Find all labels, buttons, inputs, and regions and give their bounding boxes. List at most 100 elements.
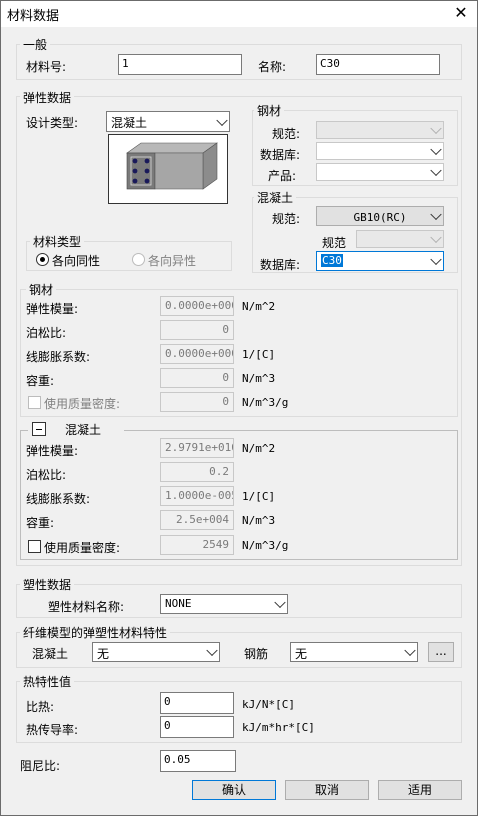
concrete-elastic-modulus-label: 弹性模量: [26,444,79,458]
steel-spec-select[interactable] [316,121,444,139]
steel-db-label: 数据库: [260,148,301,162]
thermal-legend: 热特性值 [20,673,75,690]
chevron-down-icon [430,143,442,156]
collapse-icon[interactable] [32,422,46,436]
fiber-concrete-label: 混凝土 [32,647,69,661]
concrete-mass-density-unit: N/m^3/g [242,539,289,552]
chevron-down-icon [216,114,228,126]
concrete-unit-weight-label: 容重: [26,516,55,530]
steel-poisson-field[interactable]: 0 [160,320,234,340]
chevron-down-icon [430,122,442,135]
steel-mass-density-field[interactable]: 0 [160,392,234,412]
design-type-value: 混凝土 [111,116,148,130]
concrete-db-select[interactable]: C30 [316,251,444,271]
fiber-concrete-value: 无 [97,647,110,661]
concrete-poisson-field[interactable]: 0.2 [160,462,234,482]
anisotropic-label: 各向异性 [148,254,197,268]
general-legend: 一般 [20,36,51,53]
material-type-legend: 材料类型 [30,233,85,250]
concrete-unit-weight-field[interactable]: 2.5e+004 [160,510,234,530]
concrete-mass-density-checkbox[interactable] [28,540,41,553]
concrete-mass-density-field[interactable]: 2549 [160,535,234,555]
concrete-mass-density-label: 使用质量密度: [44,541,121,555]
design-type-select[interactable]: 混凝土 [106,111,230,132]
concrete-spec-select[interactable]: GB10(RC) [316,206,444,226]
concrete-elastic-modulus-field[interactable]: 2.9791e+010 [160,438,234,458]
plastic-name-label: 塑性材料名称: [48,600,125,614]
plastic-name-value: NONE [165,597,192,610]
steel-unit-weight-field[interactable]: 0 [160,368,234,388]
title-bar [1,1,477,27]
steel-elastic-modulus-label: 弹性模量: [26,302,79,316]
steel-unit-weight-unit: N/m^3 [242,372,276,385]
steel-props-legend: 钢材 [26,281,57,298]
name-label: 名称: [258,60,287,74]
chevron-down-icon [430,253,442,266]
name-input[interactable]: C30 [316,54,440,75]
ok-button[interactable]: 确认 [192,780,276,800]
concrete-spec-label: 规范: [272,212,301,226]
material-no-label: 材料号: [26,60,67,74]
steel-elastic-modulus-field[interactable]: 0.0000e+000 [160,296,234,316]
apply-button[interactable]: 适用 [378,780,462,800]
specific-heat-label: 比热: [26,700,55,714]
chevron-down-icon [206,644,218,657]
concrete-poisson-label: 泊松比: [26,468,67,482]
fiber-concrete-select[interactable]: 无 [92,642,220,662]
fiber-more-button[interactable]: ... [428,642,454,662]
thermal-group [16,681,462,743]
concrete-subspec-select[interactable] [356,230,444,248]
conductivity-input[interactable]: 0 [160,716,234,738]
chevron-down-icon [404,644,416,657]
concrete-subspec-label: 规范 [322,236,347,250]
material-no-input[interactable]: 1 [118,54,242,75]
isotropic-label: 各向同性 [52,254,101,268]
fiber-rebar-select[interactable]: 无 [290,642,418,662]
steel-spec-legend: 钢材 [254,102,285,119]
specific-heat-unit: kJ/N*[C] [242,698,295,711]
design-type-label: 设计类型: [26,116,79,130]
cancel-button[interactable]: 取消 [285,780,369,800]
section-preview-image [108,134,228,204]
steel-product-label: 产品: [268,169,297,183]
chevron-down-icon [274,596,286,609]
concrete-thermal-coef-unit: 1/[C] [242,490,276,503]
steel-unit-weight-label: 容重: [26,374,55,388]
concrete-thermal-coef-field[interactable]: 1.0000e-005 [160,486,234,506]
steel-db-select[interactable] [316,142,444,160]
anisotropic-radio[interactable] [132,253,145,266]
concrete-props-legend: 混凝土 [62,421,105,438]
concrete-db-label: 数据库: [260,258,301,272]
steel-thermal-coef-field[interactable]: 0.0000e+000 [160,344,234,364]
conductivity-unit: kJ/m*hr*[C] [242,721,315,734]
steel-thermal-coef-unit: 1/[C] [242,348,276,361]
concrete-spec-value: GB10(RC) [353,211,407,224]
steel-thermal-coef-label: 线膨胀系数: [26,350,91,364]
steel-mass-density-label: 使用质量密度: [44,397,121,411]
close-icon[interactable]: ✕ [450,3,472,23]
fiber-legend: 纤维模型的弹塑性材料特性 [20,624,171,641]
chevron-down-icon [430,164,442,177]
concrete-unit-weight-unit: N/m^3 [242,514,276,527]
elastic-legend: 弹性数据 [20,89,75,106]
steel-mass-density-checkbox[interactable] [28,396,41,409]
fiber-rebar-value: 无 [295,647,308,661]
concrete-db-value: C30 [321,254,343,267]
concrete-spec-legend: 混凝土 [254,189,297,206]
isotropic-radio[interactable] [36,253,49,266]
damping-label: 阻尼比: [20,759,61,773]
concrete-thermal-coef-label: 线膨胀系数: [26,492,91,506]
steel-product-select[interactable] [316,163,444,181]
steel-mass-density-unit: N/m^3/g [242,396,289,409]
damping-input[interactable]: 0.05 [160,750,236,772]
plastic-legend: 塑性数据 [20,576,75,593]
plastic-name-select[interactable]: NONE [160,594,288,614]
steel-spec-label: 规范: [272,127,301,141]
specific-heat-input[interactable]: 0 [160,692,234,714]
chevron-down-icon [430,208,442,221]
conductivity-label: 热传导率: [26,723,79,737]
concrete-beam-icon [126,142,218,190]
chevron-down-icon [430,231,442,244]
fiber-rebar-label: 钢筋 [244,647,269,661]
window-title: 材料数据 [7,9,60,24]
